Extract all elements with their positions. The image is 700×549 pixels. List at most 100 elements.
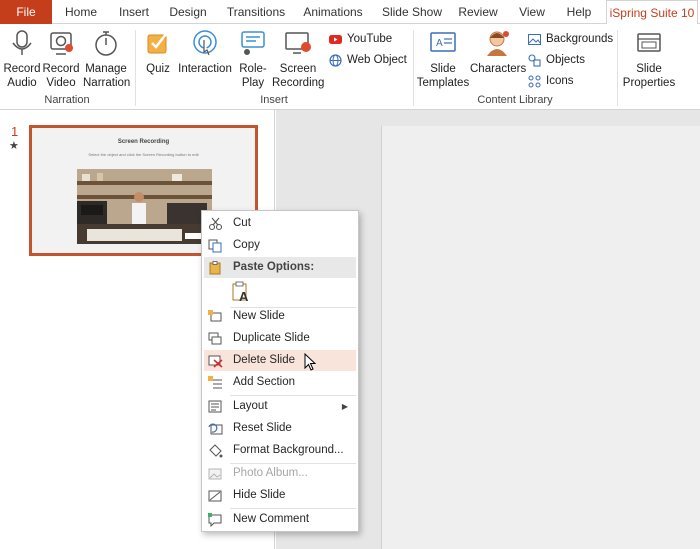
menu-item-hide-slide[interactable]: Hide Slide — [204, 485, 356, 506]
quiz-checkbox-icon — [147, 33, 167, 54]
menu-label-photo-album: Photo Album... — [233, 467, 308, 479]
screen-recording-label: Screen Recording — [272, 63, 325, 89]
delete-slide-icon — [208, 355, 223, 368]
web-object-button[interactable]: Web Object — [329, 51, 407, 69]
svg-text:A: A — [239, 289, 249, 303]
thumbnail-subtitle: Select the object and click the Screen R… — [88, 152, 199, 157]
role-play-label: Role- Play — [239, 63, 267, 89]
objects-label: Objects — [546, 54, 585, 66]
duplicate-slide-icon — [208, 332, 222, 345]
ribbon-separator — [617, 30, 618, 106]
web-object-label: Web Object — [347, 54, 407, 66]
youtube-label: YouTube — [347, 33, 393, 45]
slide-canvas[interactable] — [381, 126, 700, 549]
tab-ispring-suite[interactable]: iSpring Suite 10 — [606, 0, 698, 25]
menu-label-cut: Cut — [233, 217, 251, 229]
objects-button[interactable]: Objects — [528, 51, 585, 69]
context-menu: Cut Copy Paste Options: A New Slide Dupl… — [201, 210, 359, 532]
menu-label-reset-slide: Reset Slide — [233, 422, 292, 434]
menu-label-format-background: Format Background... — [233, 444, 344, 456]
menu-header-paste-options: Paste Options: — [204, 257, 356, 278]
ribbon-tab-bar: File Home Insert Design Transitions Anim… — [0, 0, 700, 25]
menu-item-delete-slide[interactable]: Delete Slide — [204, 350, 356, 371]
menu-label-new-comment: New Comment — [233, 513, 310, 525]
character-avatar-icon — [487, 31, 509, 56]
icons-library-icon — [528, 75, 541, 88]
menu-item-new-comment[interactable]: New Comment — [204, 509, 356, 530]
screen-recording-icon — [285, 32, 311, 54]
slide-templates-button[interactable]: A Slide Templates — [416, 28, 470, 90]
paste-clipboard-icon — [209, 261, 221, 275]
interaction-label: Interaction — [178, 63, 232, 75]
menu-item-cut[interactable]: Cut — [204, 213, 356, 234]
objects-icon — [528, 54, 541, 67]
slide-templates-label: Slide Templates — [416, 63, 470, 89]
menu-label-add-section: Add Section — [233, 376, 296, 388]
tab-view[interactable]: View — [512, 0, 552, 24]
tab-review[interactable]: Review — [454, 0, 502, 24]
tab-slide-show[interactable]: Slide Show — [378, 0, 446, 24]
quiz-button[interactable]: Quiz — [140, 28, 176, 76]
layout-icon — [208, 400, 222, 413]
hide-slide-icon — [208, 490, 222, 502]
menu-item-format-background[interactable]: Format Background... — [204, 440, 356, 461]
manage-narration-button[interactable]: Manage Narration — [83, 28, 131, 90]
menu-item-duplicate-slide[interactable]: Duplicate Slide — [204, 328, 356, 349]
add-section-icon — [208, 376, 222, 389]
role-play-icon — [241, 31, 265, 55]
menu-item-copy[interactable]: Copy — [204, 235, 356, 256]
youtube-icon — [329, 35, 342, 44]
tab-animations[interactable]: Animations — [298, 0, 368, 24]
menu-item-add-section[interactable]: Add Section — [204, 372, 356, 393]
mouse-cursor-icon — [304, 353, 317, 371]
icons-label: Icons — [546, 75, 574, 87]
stopwatch-icon — [95, 31, 117, 56]
backgrounds-label: Backgrounds — [546, 33, 614, 45]
menu-item-photo-album: Photo Album... — [204, 463, 356, 484]
backgrounds-button[interactable]: Backgrounds — [528, 30, 613, 48]
interaction-button[interactable]: Interaction — [176, 28, 234, 76]
record-video-button[interactable]: Record Video — [41, 28, 81, 90]
manage-narration-label: Manage Narration — [83, 63, 131, 89]
menu-item-reset-slide[interactable]: Reset Slide — [204, 418, 356, 439]
tab-transitions[interactable]: Transitions — [222, 0, 290, 24]
narration-group-label: Narration — [44, 94, 90, 106]
tab-help[interactable]: Help — [560, 0, 598, 24]
submenu-arrow-icon: ▶ — [341, 402, 348, 411]
photo-album-icon — [208, 468, 222, 480]
tab-home[interactable]: Home — [57, 0, 105, 24]
tab-insert[interactable]: Insert — [113, 0, 155, 24]
copy-icon — [208, 239, 222, 253]
menu-item-layout[interactable]: Layout ▶ — [204, 396, 356, 417]
characters-button[interactable]: Characters — [470, 28, 526, 76]
record-audio-button[interactable]: Record Audio — [2, 28, 42, 90]
screen-recording-button[interactable]: Screen Recording — [272, 28, 324, 90]
record-video-label: Record Video — [42, 63, 80, 89]
animation-star-icon: ★ — [9, 140, 19, 152]
paste-text-only-icon: A — [232, 281, 249, 303]
reset-slide-icon — [208, 423, 223, 435]
kitchen-photo-image — [77, 169, 212, 244]
paste-keep-text-only-button[interactable]: A — [204, 279, 356, 305]
scissors-icon — [208, 217, 223, 231]
menu-label-duplicate-slide: Duplicate Slide — [233, 332, 310, 344]
icons-button[interactable]: Icons — [528, 72, 574, 90]
thumbnail-title: Screen Recording — [117, 139, 170, 145]
webcam-icon — [50, 32, 73, 55]
paint-bucket-icon — [209, 444, 223, 458]
slide-properties-label: Slide Properties — [622, 63, 676, 89]
youtube-button[interactable]: YouTube — [329, 30, 392, 48]
svg-text:A: A — [436, 38, 443, 49]
thumbnail-photo — [77, 169, 212, 244]
globe-icon — [329, 54, 342, 67]
tab-design[interactable]: Design — [164, 0, 212, 24]
menu-item-new-slide[interactable]: New Slide — [204, 306, 356, 327]
ribbon: Record Audio Record Video Manage Narrati… — [0, 24, 700, 110]
new-slide-icon — [208, 310, 222, 322]
role-play-button[interactable]: Role- Play — [236, 28, 270, 90]
menu-label-delete-slide: Delete Slide — [233, 354, 296, 366]
menu-label-hide-slide: Hide Slide — [233, 489, 286, 501]
tab-file[interactable]: File — [0, 0, 52, 24]
menu-label-copy: Copy — [233, 239, 260, 251]
slide-properties-button[interactable]: Slide Properties — [622, 28, 676, 90]
